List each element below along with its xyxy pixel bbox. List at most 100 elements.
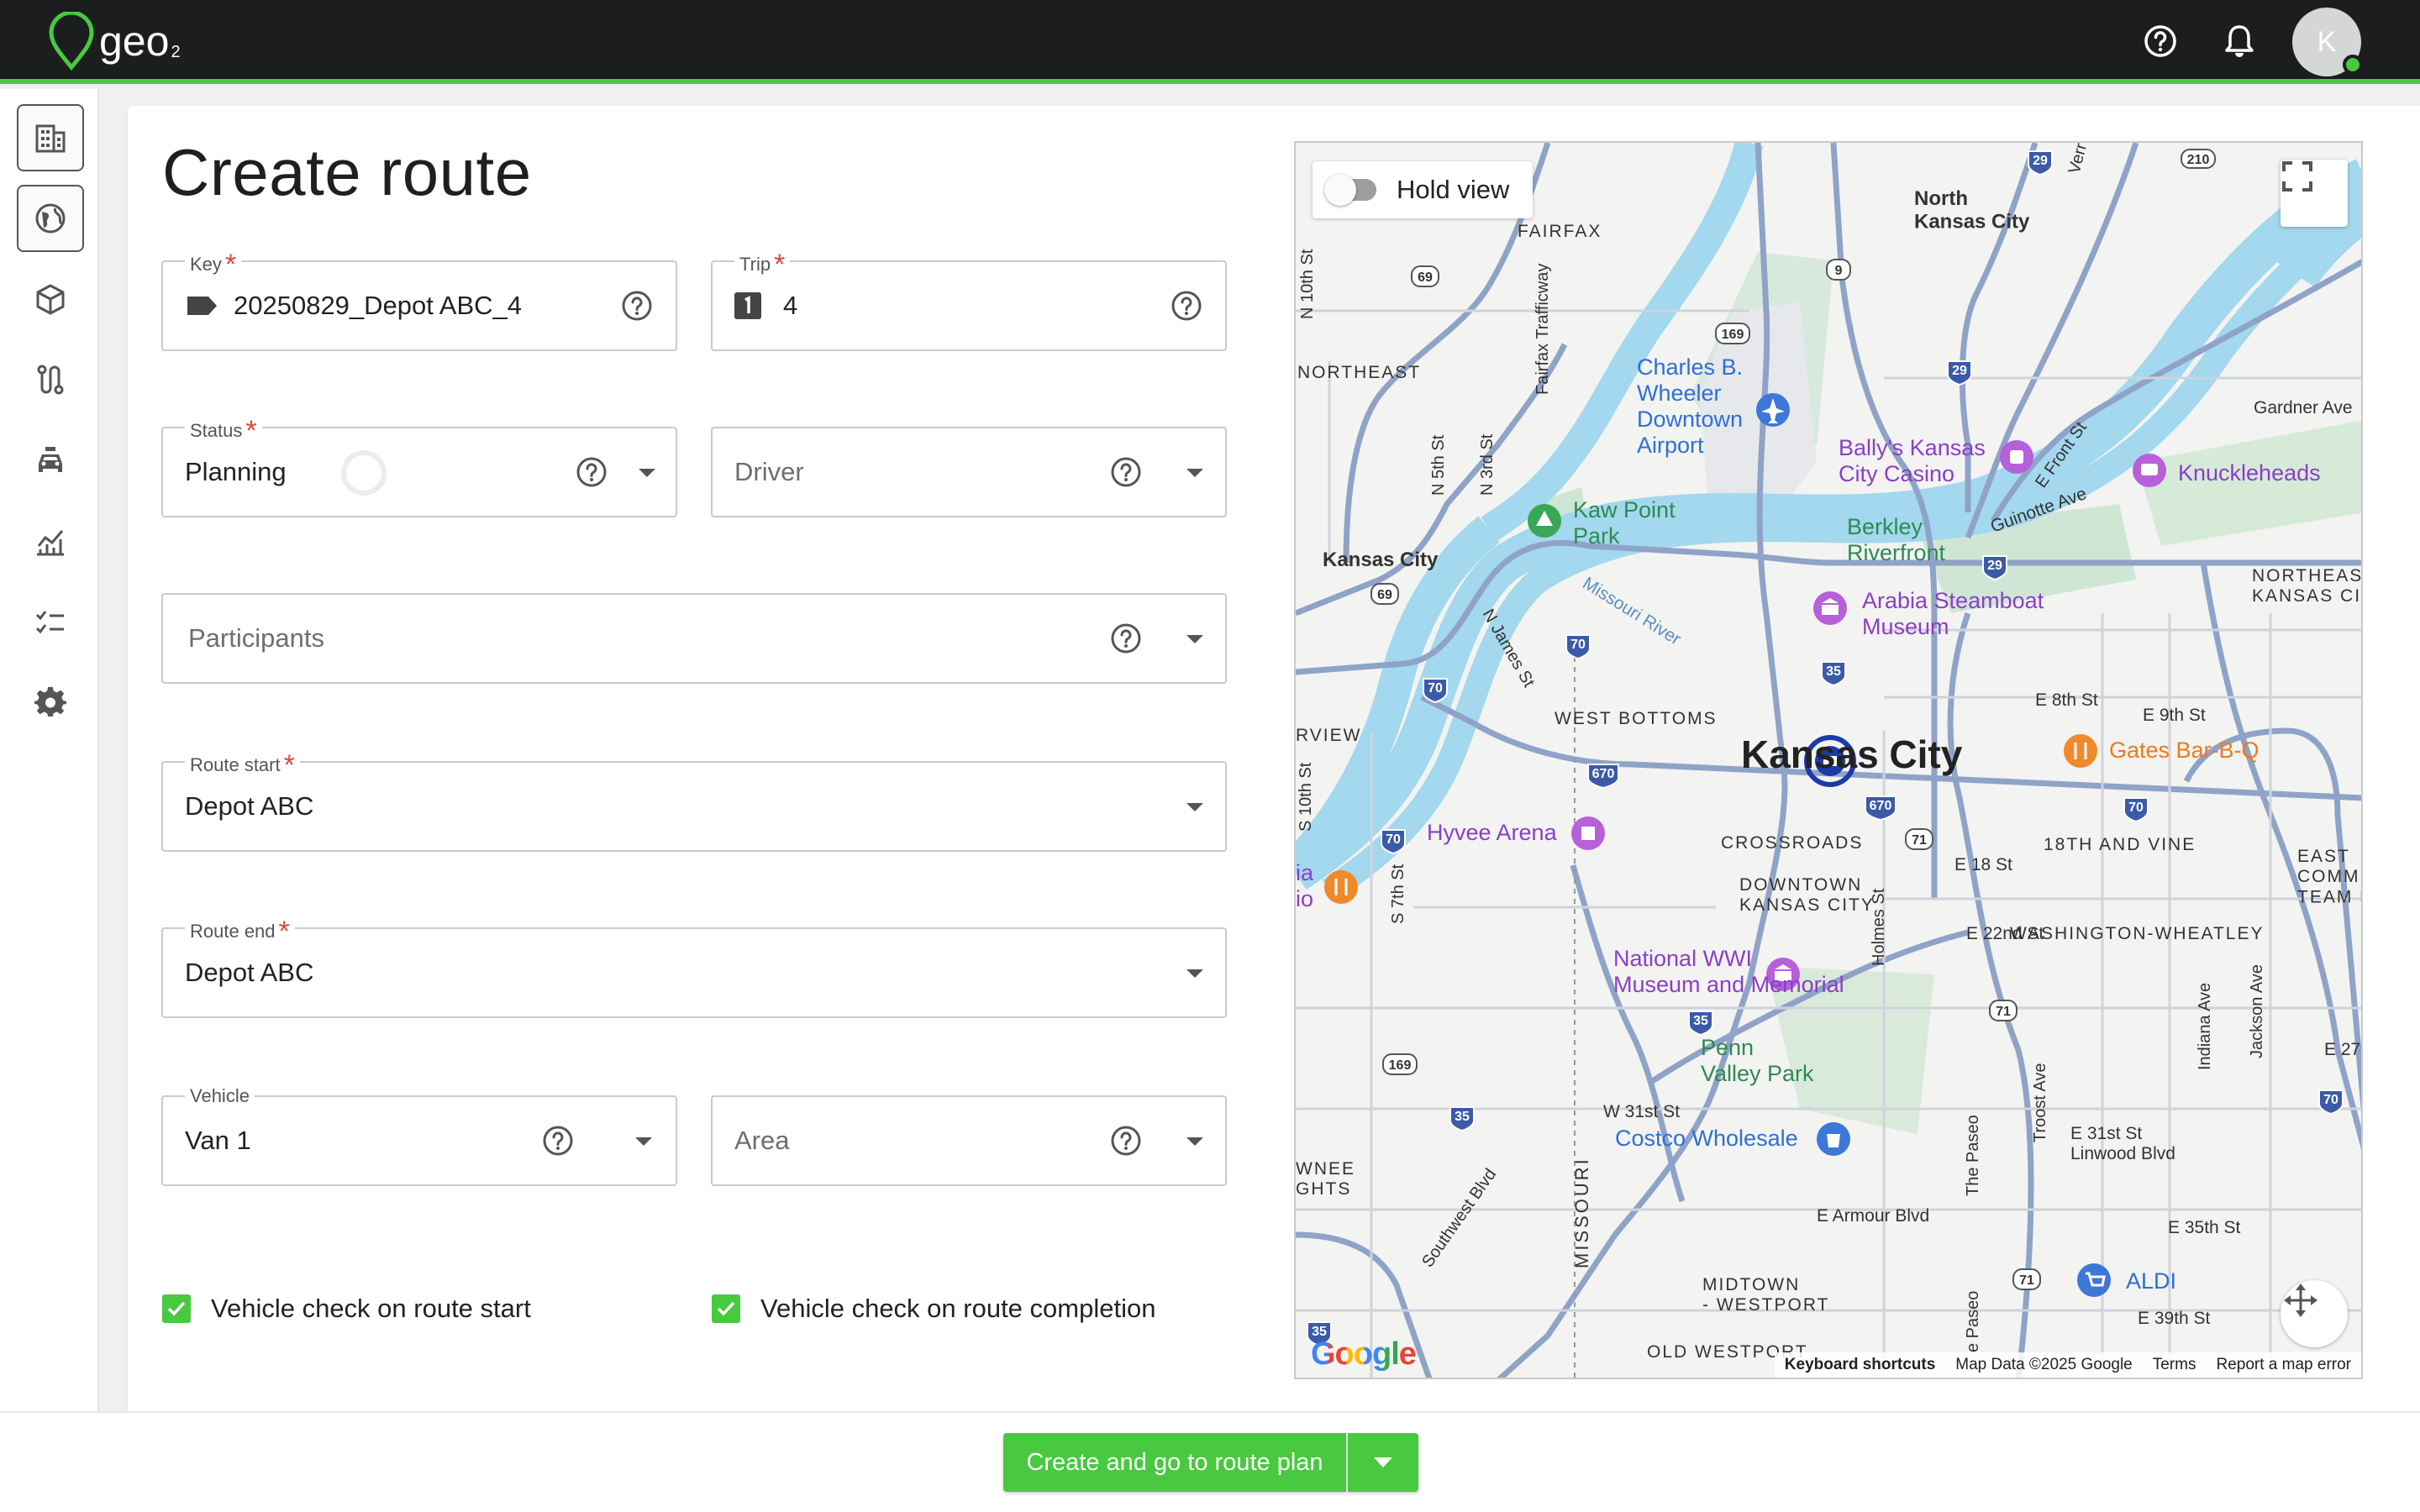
recenter-button[interactable]: [2281, 1280, 2348, 1347]
toggle-switch[interactable]: [1324, 174, 1376, 206]
checkbox-checked-icon[interactable]: [712, 1294, 740, 1323]
map-data-text: Map Data ©2025 Google: [1955, 1356, 2133, 1373]
report-error-link[interactable]: Report a map error: [2216, 1356, 2351, 1374]
help-icon[interactable]: [541, 1124, 575, 1158]
map-label: 18TH AND VINE: [2044, 835, 2196, 854]
status-value: Planning: [185, 457, 287, 486]
vehicle-select[interactable]: Vehicle Van 1: [161, 1084, 677, 1186]
svg-text:9: 9: [1835, 264, 1843, 278]
bell-icon[interactable]: [2220, 22, 2259, 60]
checklist-icon: [35, 611, 64, 634]
help-icon[interactable]: [1109, 622, 1143, 655]
route-end-value: Depot ABC: [185, 958, 314, 987]
map-label-poi: Hyvee Arena: [1427, 820, 1558, 845]
more-actions-dropdown-button[interactable]: [1348, 1433, 1418, 1492]
svg-text:29: 29: [1952, 364, 1967, 378]
map-label: Holmes St: [1870, 888, 1888, 966]
buildings-icon: [35, 124, 66, 153]
map-label: S 7th St: [1389, 864, 1407, 924]
vehicle-check-completion-checkbox[interactable]: Vehicle check on route completion: [712, 1294, 1155, 1324]
map-label: MISSOURI: [1571, 1157, 1592, 1268]
svg-text:35: 35: [1693, 1014, 1708, 1028]
user-avatar[interactable]: K: [2292, 8, 2363, 76]
airport-marker-icon: [1756, 393, 1790, 427]
driver-select[interactable]: Driver: [711, 427, 1227, 517]
keyboard-shortcuts-link[interactable]: Keyboard shortcuts: [1785, 1356, 1935, 1374]
map-view[interactable]: 29 210 9 69 169 29 29 69 70 35 70 670 67…: [1294, 141, 2363, 1379]
area-select[interactable]: Area: [711, 1095, 1227, 1186]
checkbox-checked-icon[interactable]: [162, 1294, 191, 1323]
map-label: DOWNTOWN KANSAS CITY: [1739, 875, 1875, 915]
svg-text:71: 71: [1996, 1005, 2011, 1019]
sidebar-item-routes[interactable]: [17, 346, 84, 413]
checkbox-label: Vehicle check on route completion: [760, 1294, 1156, 1323]
help-icon[interactable]: [1170, 289, 1203, 323]
participants-select[interactable]: Participants: [161, 593, 1227, 684]
trip-value: 4: [783, 291, 798, 320]
status-select[interactable]: Status * Planning: [161, 415, 677, 517]
vehicle-check-start-checkbox[interactable]: Vehicle check on route start: [162, 1294, 531, 1324]
svg-text:70: 70: [1570, 638, 1586, 652]
chevron-down-icon[interactable]: [1186, 635, 1203, 643]
help-icon[interactable]: [620, 289, 654, 323]
key-field[interactable]: Key * 20250829_Depot ABC_4: [161, 249, 677, 351]
help-icon[interactable]: [1109, 455, 1143, 489]
chevron-down-icon[interactable]: [635, 1137, 652, 1146]
park-marker-icon: [1528, 504, 1561, 538]
map-label: MIDTOWN - WESTPORT: [1702, 1275, 1829, 1315]
map-label: e Paseo: [1964, 1291, 1982, 1352]
map-label-poi: ALDI: [2126, 1268, 2176, 1294]
create-and-go-to-route-plan-button[interactable]: Create and go to route plan: [1003, 1433, 1346, 1492]
caret-down-icon: [1374, 1457, 1392, 1467]
venue-marker-icon: [2133, 454, 2166, 487]
map-label-city: Kansas City: [1741, 732, 1963, 776]
map-label: FAIRFAX: [1518, 222, 1602, 241]
sidebar-item-analytics[interactable]: [17, 507, 84, 575]
route-start-value: Depot ABC: [185, 791, 314, 821]
sidebar-item-buildings[interactable]: [17, 104, 84, 171]
map-label: EASTCOMMUITEAM NC: [2297, 847, 2363, 906]
svg-text:169: 169: [1389, 1058, 1412, 1073]
trip-field[interactable]: Trip * 4: [711, 249, 1227, 351]
svg-text:35: 35: [1455, 1110, 1470, 1124]
map-label: E 35th St: [2168, 1218, 2241, 1237]
key-value-wrap: 20250829_Depot ABC_4: [185, 262, 522, 349]
vehicle-value: Van 1: [185, 1126, 251, 1155]
package-icon: [36, 284, 65, 315]
help-icon[interactable]: [575, 455, 608, 489]
chevron-down-icon[interactable]: [1186, 969, 1203, 978]
svg-text:29: 29: [2033, 154, 2048, 168]
sidebar-item-packages[interactable]: [17, 265, 84, 333]
sidebar-item-tasks[interactable]: [17, 588, 84, 655]
map-canvas[interactable]: 29 210 9 69 169 29 29 69 70 35 70 670 67…: [1296, 143, 2363, 1379]
sidebar-item-settings[interactable]: [17, 669, 84, 736]
app-logo[interactable]: geo 2: [47, 12, 181, 71]
svg-text:70: 70: [2128, 801, 2144, 815]
map-label-poi: ia io: [1296, 860, 1314, 911]
chevron-down-icon[interactable]: [639, 469, 655, 477]
terms-link[interactable]: Terms: [2153, 1356, 2196, 1374]
route-start-select[interactable]: Route start * Depot ABC: [161, 749, 1227, 852]
hold-view-toggle[interactable]: Hold view: [1313, 161, 1533, 218]
page-title: Create route: [162, 135, 532, 209]
google-logo-text: Google: [1311, 1336, 1417, 1372]
svg-text:169: 169: [1722, 328, 1744, 342]
help-icon[interactable]: [2141, 22, 2180, 60]
chevron-down-icon[interactable]: [1186, 469, 1203, 477]
route-end-select[interactable]: Route end * Depot ABC: [161, 916, 1227, 1018]
map-label: WEST BOTTOMS: [1555, 709, 1718, 728]
map-label: E 31st St Linwood Blvd: [2070, 1124, 2175, 1163]
chevron-down-icon[interactable]: [1186, 803, 1203, 811]
map-label: Verr: [2065, 143, 2091, 176]
cart-marker-icon: [2077, 1263, 2111, 1297]
map-label-poi: National WWI Museum and Memorial: [1613, 946, 1844, 997]
key-value: 20250829_Depot ABC_4: [234, 291, 523, 320]
help-icon[interactable]: [1109, 1124, 1143, 1158]
map-label: Kansas City: [1323, 549, 1439, 571]
chevron-down-icon[interactable]: [1186, 1137, 1203, 1146]
map-label: N 5th St: [1429, 434, 1448, 496]
map-label: S 10th St: [1297, 762, 1315, 832]
fullscreen-button[interactable]: [2281, 160, 2348, 227]
sidebar-item-vehicles[interactable]: [17, 427, 84, 494]
sidebar-item-globe[interactable]: [17, 185, 84, 252]
